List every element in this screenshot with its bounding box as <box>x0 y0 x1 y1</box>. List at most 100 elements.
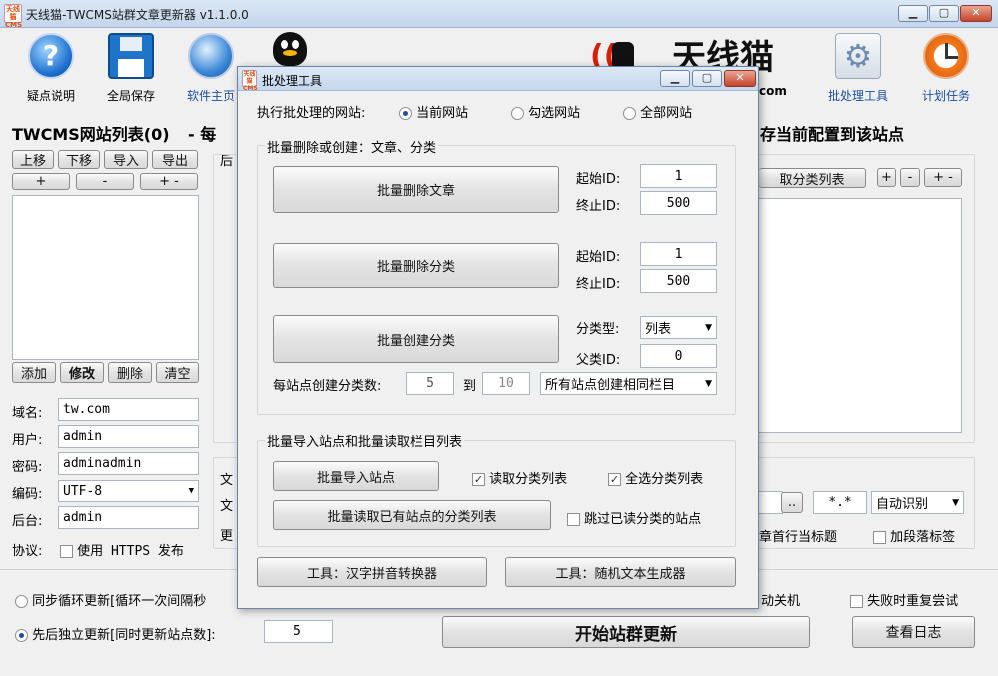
batch-delete-categories-button[interactable]: 批量删除分类 <box>273 243 559 288</box>
category-end-id-input[interactable]: 500 <box>640 269 717 293</box>
category-type-select[interactable]: 列表 ▼ <box>640 316 717 339</box>
batch-tool[interactable]: ⚙ 批处理工具 <box>826 33 890 104</box>
encoding-label: 编码: <box>12 487 43 502</box>
batch-import-sites-button[interactable]: 批量导入站点 <box>273 461 439 491</box>
add-site-button[interactable]: 添加 <box>12 362 56 383</box>
sequential-radio[interactable]: 先后独立更新[同时更新站点数]: <box>15 624 216 643</box>
import-button[interactable]: 导入 <box>104 150 148 169</box>
delete-create-group-title: 批量删除或创建：文章、分类 <box>265 137 439 156</box>
pinyin-tool-button[interactable]: 工具：汉字拼音转换器 <box>257 557 487 587</box>
dialog-close-button[interactable]: ✕ <box>724 70 756 87</box>
home-tool[interactable]: 软件主页 <box>180 33 242 104</box>
password-input[interactable]: adminadmin <box>58 452 199 475</box>
import-read-group-title: 批量导入站点和批量读取栏目列表 <box>265 431 465 450</box>
schedule-label: 计划任务 <box>921 89 970 103</box>
article-end-id-label: 终止ID: <box>576 199 621 214</box>
user-label: 用户: <box>12 433 43 448</box>
exec-sites-label: 执行批处理的网站: <box>257 106 366 121</box>
save-tool[interactable]: 全局保存 <box>100 33 162 104</box>
save-label: 全局保存 <box>106 89 155 103</box>
category-start-id-label: 起始ID: <box>576 250 621 265</box>
parent-id-input[interactable]: 0 <box>640 344 717 368</box>
checkbox-icon <box>567 513 580 526</box>
batch-delete-articles-button[interactable]: 批量删除文章 <box>273 166 559 213</box>
chevron-down-icon: ▼ <box>188 486 194 496</box>
delete-site-button[interactable]: 删除 <box>108 362 152 383</box>
concurrent-count-input[interactable]: 5 <box>264 620 333 643</box>
per-site-min-input[interactable]: 5 <box>406 372 454 395</box>
list-minus-button[interactable]: - <box>76 173 134 190</box>
clear-sites-button[interactable]: 清空 <box>156 362 199 383</box>
category-type-label: 分类型: <box>576 322 620 337</box>
batch-create-categories-button[interactable]: 批量创建分类 <box>273 315 559 363</box>
dialog-title: 批处理工具 <box>262 74 323 88</box>
user-input[interactable]: admin <box>58 425 199 448</box>
import-read-group <box>257 440 736 547</box>
article-end-id-input[interactable]: 500 <box>640 191 717 215</box>
dialog-minimize-button[interactable]: ▁ <box>660 70 690 87</box>
gear-icon: ⚙ <box>835 33 881 79</box>
domain-input[interactable]: tw.com <box>58 398 199 421</box>
encoding-select[interactable]: UTF-8 ▼ <box>58 480 199 502</box>
close-button[interactable]: ✕ <box>960 5 992 22</box>
export-button[interactable]: 导出 <box>152 150 198 169</box>
batch-tool-dialog: 天线猫 CMS 批处理工具 ▁ ▢ ✕ 执行批处理的网站: 当前网站 勾选网站 全… <box>237 66 759 609</box>
same-column-select[interactable]: 所有站点创建相同栏目 ▼ <box>540 372 717 395</box>
minimize-button[interactable]: ▁ <box>898 5 928 22</box>
category-start-id-input[interactable]: 1 <box>640 242 717 266</box>
brand-domain: com <box>759 84 787 98</box>
category-end-id-label: 终止ID: <box>576 277 621 292</box>
maximize-button[interactable]: ▢ <box>929 5 959 22</box>
per-site-max-input[interactable]: 10 <box>482 372 530 395</box>
move-down-button[interactable]: 下移 <box>58 150 100 169</box>
radio-all-sites[interactable]: 全部网站 <box>623 102 692 121</box>
move-up-button[interactable]: 上移 <box>12 150 54 169</box>
retry-checkbox[interactable]: 失败时重复尝试 <box>850 590 958 609</box>
read-cats-checkbox[interactable]: ✓ 读取分类列表 <box>472 468 567 487</box>
clock-icon <box>923 33 969 79</box>
domain-label: 域名: <box>12 406 43 421</box>
radio-icon <box>623 107 636 120</box>
checkbox-icon <box>850 595 863 608</box>
article-start-id-input[interactable]: 1 <box>640 164 717 188</box>
radio-icon <box>511 107 524 120</box>
site-list[interactable] <box>12 195 199 360</box>
save-config-label: 存当前配置到该站点 <box>760 125 905 144</box>
dialog-maximize-button[interactable]: ▢ <box>692 70 722 87</box>
help-icon: ? <box>28 33 74 79</box>
start-update-button[interactable]: 开始站群更新 <box>442 616 810 648</box>
site-list-sep: - 每 <box>188 125 217 144</box>
radio-icon <box>15 595 28 608</box>
batch-read-categories-button[interactable]: 批量读取已有站点的分类列表 <box>273 500 551 530</box>
chevron-down-icon: ▼ <box>705 322 712 333</box>
edit-site-button[interactable]: 修改 <box>60 362 104 383</box>
category-type-value: 列表 <box>645 322 672 337</box>
per-site-count-label: 每站点创建分类数: <box>273 379 382 394</box>
auto-shutdown-label: 动关机 <box>761 594 801 609</box>
parent-id-label: 父类ID: <box>576 353 621 368</box>
admin-label: 后台: <box>12 514 43 529</box>
checkbox-icon <box>60 545 73 558</box>
range-to-label: 到 <box>463 379 477 394</box>
check-icon: ✓ <box>472 473 485 486</box>
list-pm-button[interactable]: + - <box>140 173 198 190</box>
schedule-tool[interactable]: 计划任务 <box>914 33 978 104</box>
list-plus-button[interactable]: + <box>12 173 70 190</box>
radio-icon <box>399 107 412 120</box>
radio-checked-sites[interactable]: 勾选网站 <box>511 102 580 121</box>
help-tool[interactable]: ? 疑点说明 <box>20 33 82 104</box>
admin-path-input[interactable]: admin <box>58 506 199 529</box>
view-log-button[interactable]: 查看日志 <box>852 616 975 648</box>
radio-icon <box>15 629 28 642</box>
skip-read-checkbox[interactable]: 跳过已读分类的站点 <box>567 508 701 527</box>
site-list-title: TWCMS网站列表(0) <box>12 125 170 144</box>
help-label: 疑点说明 <box>26 89 75 103</box>
https-checkbox[interactable]: 使用 HTTPS 发布 <box>60 540 184 559</box>
qq-penguin-icon[interactable] <box>268 32 312 68</box>
radio-current-site[interactable]: 当前网站 <box>399 102 468 121</box>
batch-label: 批处理工具 <box>827 89 888 103</box>
home-label: 软件主页 <box>186 89 235 103</box>
sync-loop-radio[interactable]: 同步循环更新[循环一次间隔秒 <box>15 590 206 609</box>
select-all-cats-checkbox[interactable]: ✓ 全选分类列表 <box>608 468 703 487</box>
random-text-tool-button[interactable]: 工具：随机文本生成器 <box>505 557 736 587</box>
